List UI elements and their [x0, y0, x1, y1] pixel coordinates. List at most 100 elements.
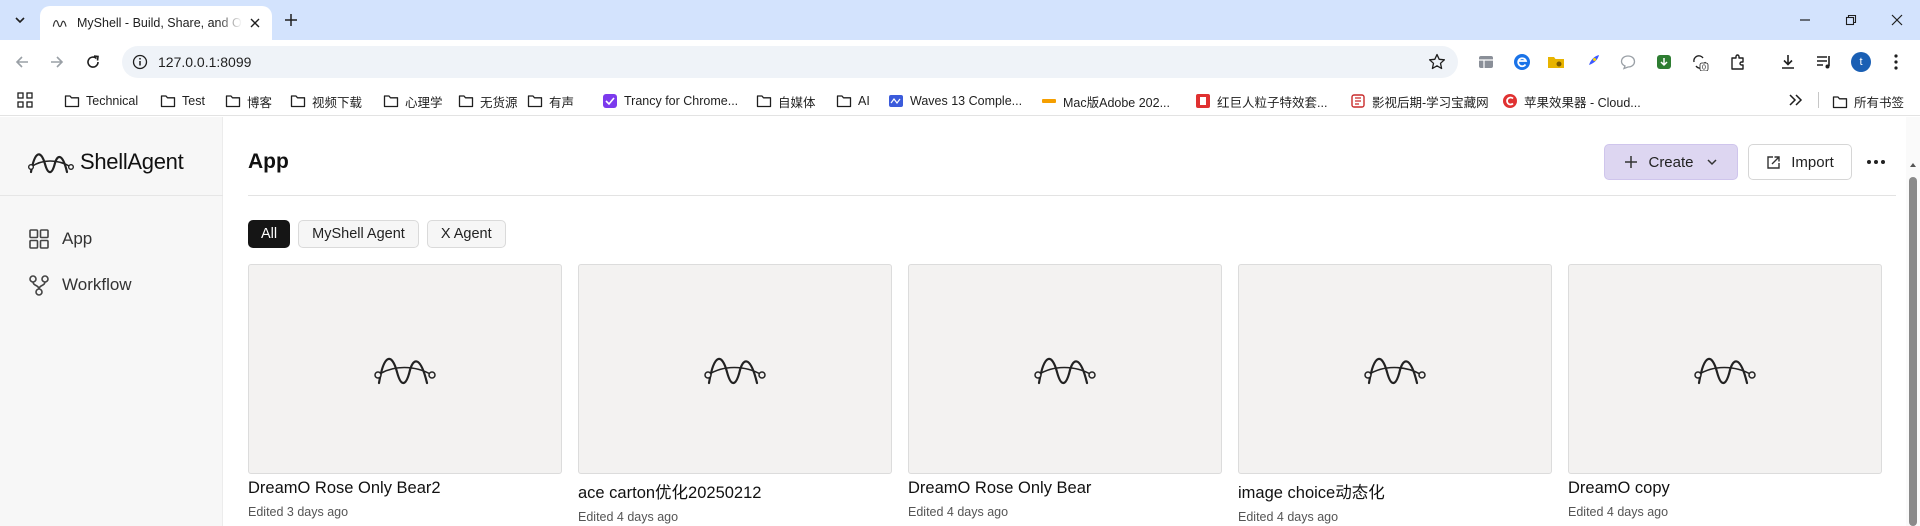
new-tab-button[interactable]	[280, 9, 302, 31]
tab-close-button[interactable]	[246, 14, 264, 32]
app-card-thumbnail[interactable]	[908, 264, 1222, 474]
filter-chip-all[interactable]: All	[248, 220, 291, 248]
bookmark-star-icon[interactable]	[1428, 53, 1446, 71]
site-info-icon[interactable]	[132, 54, 148, 70]
apps-grid-icon[interactable]	[17, 92, 33, 108]
vertical-dots-icon	[1894, 54, 1898, 70]
shellagent-app: ShellAgent App Workflow App Create Impor…	[0, 117, 1920, 526]
app-card-thumbnail[interactable]	[1238, 264, 1552, 474]
app-card-name[interactable]: image choice动态化	[1238, 479, 1552, 503]
tab-search-button[interactable]	[8, 8, 32, 32]
bookmark-label: Trancy for Chrome...	[624, 94, 739, 108]
close-window-button[interactable]	[1874, 0, 1920, 40]
app-card[interactable]: DreamO Rose Only Bear Edited 4 days ago	[908, 264, 1222, 519]
header-divider	[248, 195, 1896, 196]
sidebar-item-workflow[interactable]: Workflow	[28, 271, 132, 299]
page-scrollbar[interactable]	[1906, 117, 1920, 526]
folder-icon	[527, 95, 543, 108]
bookmark-label: Test	[182, 94, 205, 108]
bookmark-label: 博客	[247, 95, 273, 110]
folder-icon	[756, 95, 772, 108]
app-card[interactable]: DreamO copy Edited 4 days ago	[1568, 264, 1882, 519]
bookmark-item[interactable]: AI	[836, 92, 870, 110]
bookmark-item[interactable]: Mac版Adobe 202...	[1041, 92, 1170, 110]
app-card-name[interactable]: DreamO Rose Only Bear	[908, 479, 1222, 498]
bookmark-item[interactable]: 心理学	[383, 92, 443, 110]
more-options-button[interactable]	[1864, 152, 1888, 172]
download-icon	[1782, 55, 1794, 69]
restore-icon	[1845, 14, 1857, 26]
bookmark-item[interactable]: Test	[160, 92, 205, 110]
bookmark-item[interactable]: 视频下载	[290, 92, 362, 110]
app-card[interactable]: ace carton优化20250212 Edited 4 days ago	[578, 264, 892, 524]
app-card-edited: Edited 4 days ago	[1568, 505, 1669, 519]
scrollbar-thumb[interactable]	[1909, 177, 1917, 526]
sidebar-item-app[interactable]: App	[28, 225, 92, 253]
app-card-thumbnail[interactable]	[1568, 264, 1882, 474]
filter-chip-x-agent[interactable]: X Agent	[426, 220, 506, 248]
sync-extension-icon: 0	[1693, 55, 1709, 72]
app-card-name[interactable]: DreamO Rose Only Bear2	[248, 479, 562, 498]
arrow-left-icon	[15, 56, 28, 68]
browser-tab-strip: MyShell - Build, Share, and Own AI Agent…	[0, 0, 1920, 40]
address-bar[interactable]: 127.0.0.1:8099	[122, 46, 1458, 78]
back-button[interactable]	[10, 50, 34, 74]
bookmark-item[interactable]: 博客	[225, 92, 272, 110]
extension-sync-button[interactable]: 0	[1690, 52, 1710, 72]
bookmark-item[interactable]: Technical	[64, 92, 138, 110]
bookmark-label: AI	[858, 94, 870, 108]
create-button[interactable]: Create	[1604, 144, 1738, 180]
minimize-button[interactable]	[1782, 0, 1828, 40]
bookmarks-separator	[1818, 92, 1819, 108]
url-text[interactable]: 127.0.0.1:8099	[158, 54, 251, 70]
page-title: App	[248, 150, 289, 173]
shellagent-logo-icon	[28, 153, 74, 174]
extensions-menu-button[interactable]	[1728, 52, 1748, 72]
restore-button[interactable]	[1828, 0, 1874, 40]
app-card-thumbnail[interactable]	[248, 264, 562, 474]
extension-folder-button[interactable]	[1546, 52, 1566, 72]
import-button[interactable]: Import	[1748, 144, 1852, 180]
bookmark-item[interactable]: 有声	[527, 92, 574, 110]
reload-button[interactable]	[81, 50, 105, 74]
bookmark-item[interactable]: Trancy for Chrome...	[602, 92, 738, 110]
tab-title: MyShell - Build, Share, and Own AI Agent…	[77, 16, 242, 30]
brand[interactable]: ShellAgent	[28, 147, 184, 177]
all-bookmarks-folder[interactable]: 所有书签	[1832, 92, 1904, 111]
extension-table-button[interactable]	[1476, 52, 1496, 72]
app-card-name[interactable]: ace carton优化20250212	[578, 479, 892, 503]
filter-chips: All MyShell Agent X Agent	[248, 220, 506, 248]
create-label: Create	[1648, 153, 1694, 171]
downloads-button[interactable]	[1778, 52, 1798, 72]
forward-button[interactable]	[45, 50, 69, 74]
extension-rocket-button[interactable]	[1582, 52, 1602, 72]
app-card[interactable]: DreamO Rose Only Bear2 Edited 3 days ago	[248, 264, 562, 519]
app-card-edited: Edited 4 days ago	[1238, 510, 1339, 524]
app-card-name[interactable]: DreamO copy	[1568, 479, 1882, 498]
filter-chip-myshell-agent[interactable]: MyShell Agent	[298, 220, 419, 248]
app-card-thumbnail[interactable]	[578, 264, 892, 474]
bookmark-item[interactable]: 自媒体	[756, 92, 816, 110]
profile-avatar[interactable]: t	[1851, 52, 1871, 72]
bookmark-item[interactable]: 红巨人粒子特效套...	[1195, 92, 1327, 110]
double-chevron-right-icon[interactable]	[1786, 92, 1804, 108]
app-card[interactable]: image choice动态化 Edited 4 days ago	[1238, 264, 1552, 524]
bookmark-item[interactable]: Waves 13 Comple...	[888, 92, 1022, 110]
bookmark-item[interactable]: 影视后期-学习宝藏网	[1350, 92, 1489, 110]
scroll-up-arrow-icon[interactable]	[1909, 161, 1917, 169]
bookmark-item[interactable]: 苹果效果器 - Cloud...	[1502, 92, 1641, 110]
extension-badge-count: 0	[1702, 65, 1706, 72]
chat-bubble-extension-icon	[1620, 55, 1636, 70]
browser-menu-button[interactable]	[1886, 52, 1906, 72]
chevron-down-icon	[1706, 159, 1717, 166]
bookmark-item[interactable]: 无货源	[458, 92, 518, 110]
sidebar-divider	[0, 195, 223, 196]
browser-tab-active[interactable]: MyShell - Build, Share, and Own AI Agent…	[40, 6, 272, 40]
sidebar-item-label: Workflow	[62, 275, 132, 294]
extension-download-button[interactable]	[1654, 52, 1674, 72]
yellow-folder-extension-icon	[1548, 57, 1564, 68]
extension-chat-button[interactable]	[1618, 52, 1638, 72]
media-control-button[interactable]	[1814, 52, 1834, 72]
extension-e-button[interactable]	[1512, 52, 1532, 72]
folder-icon	[64, 95, 80, 108]
